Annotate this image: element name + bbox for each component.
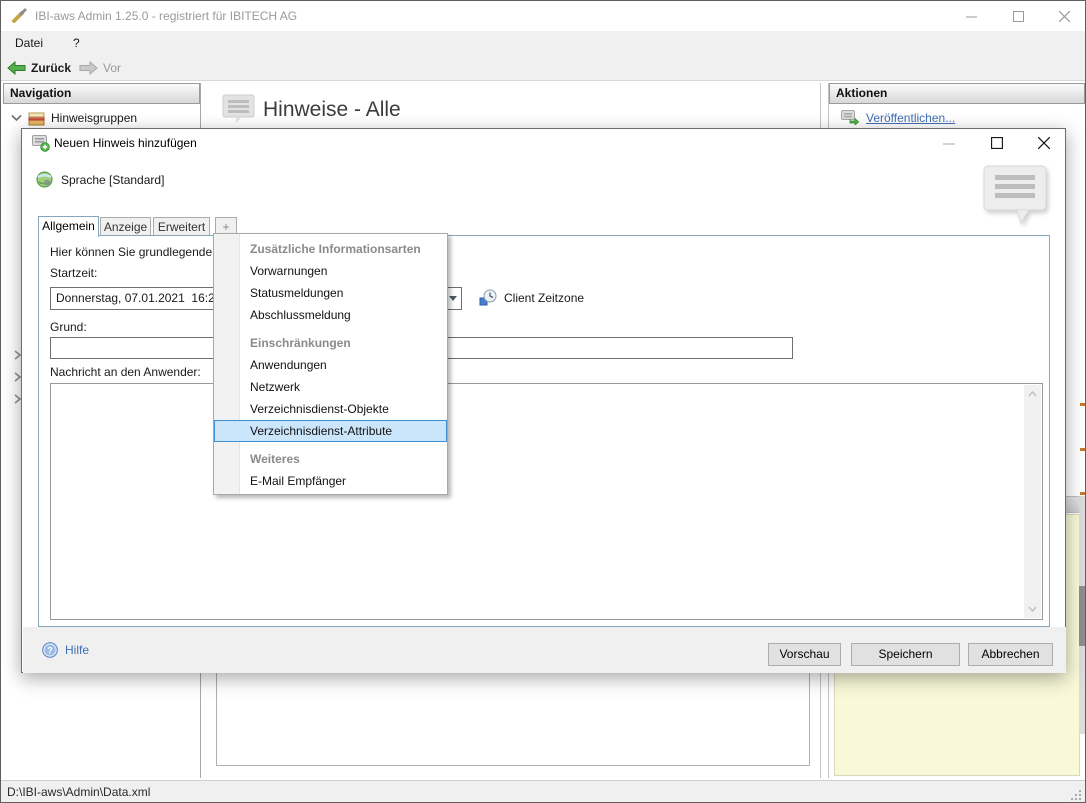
grund-label: Grund: — [50, 320, 87, 334]
menu-group-header: Einschränkungen — [214, 332, 447, 354]
scroll-mark — [1080, 403, 1086, 406]
maximize-button[interactable] — [1001, 1, 1035, 31]
sidebar-item-label: Hinweisgruppen — [51, 111, 137, 125]
menu-item-abschlussmeldung[interactable]: Abschlussmeldung — [214, 304, 447, 326]
information-type-menu: Zusätzliche Informationsarten Vorwarnung… — [213, 233, 448, 495]
watermark-bubble-icon — [983, 165, 1049, 225]
menu-group-header: Zusätzliche Informationsarten — [214, 238, 447, 260]
menu-help[interactable]: ? — [73, 31, 80, 55]
app-window: IBI-aws Admin 1.25.0 - registriert für I… — [0, 0, 1086, 803]
sidebar-item-hinweisgruppen[interactable]: Hinweisgruppen — [3, 108, 137, 128]
vorschau-button[interactable]: Vorschau — [768, 643, 841, 666]
window-title: IBI-aws Admin 1.25.0 - registriert für I… — [35, 1, 297, 31]
dialog-maximize-button[interactable] — [985, 131, 1009, 155]
chevron-down-icon — [11, 114, 22, 122]
menu-item-vorwarnungen[interactable]: Vorwarnungen — [214, 260, 447, 282]
svg-text:?: ? — [47, 646, 53, 656]
timezone-clock-icon — [479, 289, 497, 306]
textarea-scrollbar[interactable] — [1024, 385, 1041, 618]
resize-grip[interactable] — [1070, 789, 1082, 801]
forward-arrow-icon — [79, 61, 98, 75]
status-bar: D:\IBI-aws\Admin\Data.xml — [1, 780, 1085, 803]
minimize-button[interactable] — [954, 1, 988, 31]
publish-icon — [841, 110, 859, 125]
menu-item-verzeichnisdienst-objekte[interactable]: Verzeichnisdienst-Objekte — [214, 398, 447, 420]
language-label: Sprache [Standard] — [61, 173, 164, 187]
menu-item-statusmeldungen[interactable]: Statusmeldungen — [214, 282, 447, 304]
allgemein-tab-page: Hier können Sie grundlegende Ei Startzei… — [38, 235, 1050, 627]
chevron-down-icon[interactable] — [1028, 606, 1037, 612]
menu-item-netzwerk[interactable]: Netzwerk — [214, 376, 447, 398]
back-label: Zurück — [31, 61, 71, 75]
nachricht-textarea[interactable] — [50, 383, 1043, 620]
nachricht-label: Nachricht an den Anwender: — [50, 365, 201, 379]
menu-item-anwendungen[interactable]: Anwendungen — [214, 354, 447, 376]
tab-erweitert[interactable]: Erweitert — [153, 217, 210, 236]
publish-action[interactable]: Veröffentlichen... — [841, 110, 955, 125]
abbrechen-button[interactable]: Abbrechen — [968, 643, 1053, 666]
dialog-footer: ? Hilfe Vorschau Speichern Abbrechen — [23, 627, 1066, 673]
page-title: Hinweise - Alle — [263, 98, 401, 122]
navigation-header: Navigation — [3, 83, 200, 104]
dropdown-arrow-icon — [449, 296, 457, 301]
help-icon: ? — [42, 642, 58, 658]
tab-anzeige[interactable]: Anzeige — [100, 217, 151, 236]
dialog-close-button[interactable] — [1032, 131, 1056, 155]
chevron-up-icon[interactable] — [1028, 391, 1037, 397]
right-scrollbar-thumb[interactable] — [1079, 586, 1086, 646]
close-button[interactable] — [1047, 1, 1081, 31]
menu-item-verzeichnisdienst-attribute[interactable]: Verzeichnisdienst-Attribute — [214, 420, 447, 442]
publish-link: Veröffentlichen... — [866, 111, 955, 125]
intro-text: Hier können Sie grundlegende Ei — [50, 245, 226, 259]
hinweisgruppen-icon — [28, 111, 45, 126]
tab-allgemein[interactable]: Allgemein — [38, 216, 99, 237]
forward-label: Vor — [103, 61, 121, 75]
back-button[interactable]: Zurück — [7, 55, 71, 81]
menu-datei[interactable]: Datei — [15, 31, 43, 55]
startzeit-label: Startzeit: — [50, 266, 97, 280]
app-icon — [11, 8, 28, 25]
hinweise-bubble-icon — [222, 94, 255, 124]
help-label: Hilfe — [65, 643, 89, 657]
speichern-button[interactable]: Speichern — [851, 643, 960, 666]
client-zeitzone-label: Client Zeitzone — [504, 291, 584, 305]
globe-icon — [36, 171, 53, 188]
dialog-title: Neuen Hinweis hinzufügen — [54, 129, 197, 157]
toolbar: Zurück Vor — [1, 55, 1085, 81]
add-hinweis-dialog: Neuen Hinweis hinzufügen Sprache [Standa… — [21, 128, 1066, 673]
language-selector[interactable]: Sprache [Standard] — [36, 171, 164, 188]
menu-group-header: Weiteres — [214, 448, 447, 470]
scroll-mark — [1080, 448, 1086, 451]
startzeit-value: Donnerstag, 07.01.2021 16:21 — [56, 291, 221, 305]
status-file-path: D:\IBI-aws\Admin\Data.xml — [7, 781, 150, 803]
menu-bar: Datei ? — [1, 31, 1085, 55]
forward-button[interactable]: Vor — [79, 55, 121, 81]
dialog-minimize-button — [937, 131, 961, 155]
back-arrow-icon — [7, 61, 26, 75]
client-zeitzone-row: Client Zeitzone — [479, 289, 584, 306]
actions-header: Aktionen — [829, 83, 1085, 104]
help-link[interactable]: ? Hilfe — [42, 642, 89, 658]
main-titlebar: IBI-aws Admin 1.25.0 - registriert für I… — [1, 1, 1085, 31]
dialog-bubble-add-icon — [32, 135, 50, 152]
menu-item-email-empfaenger[interactable]: E-Mail Empfänger — [214, 470, 447, 492]
scroll-mark — [1080, 492, 1086, 495]
